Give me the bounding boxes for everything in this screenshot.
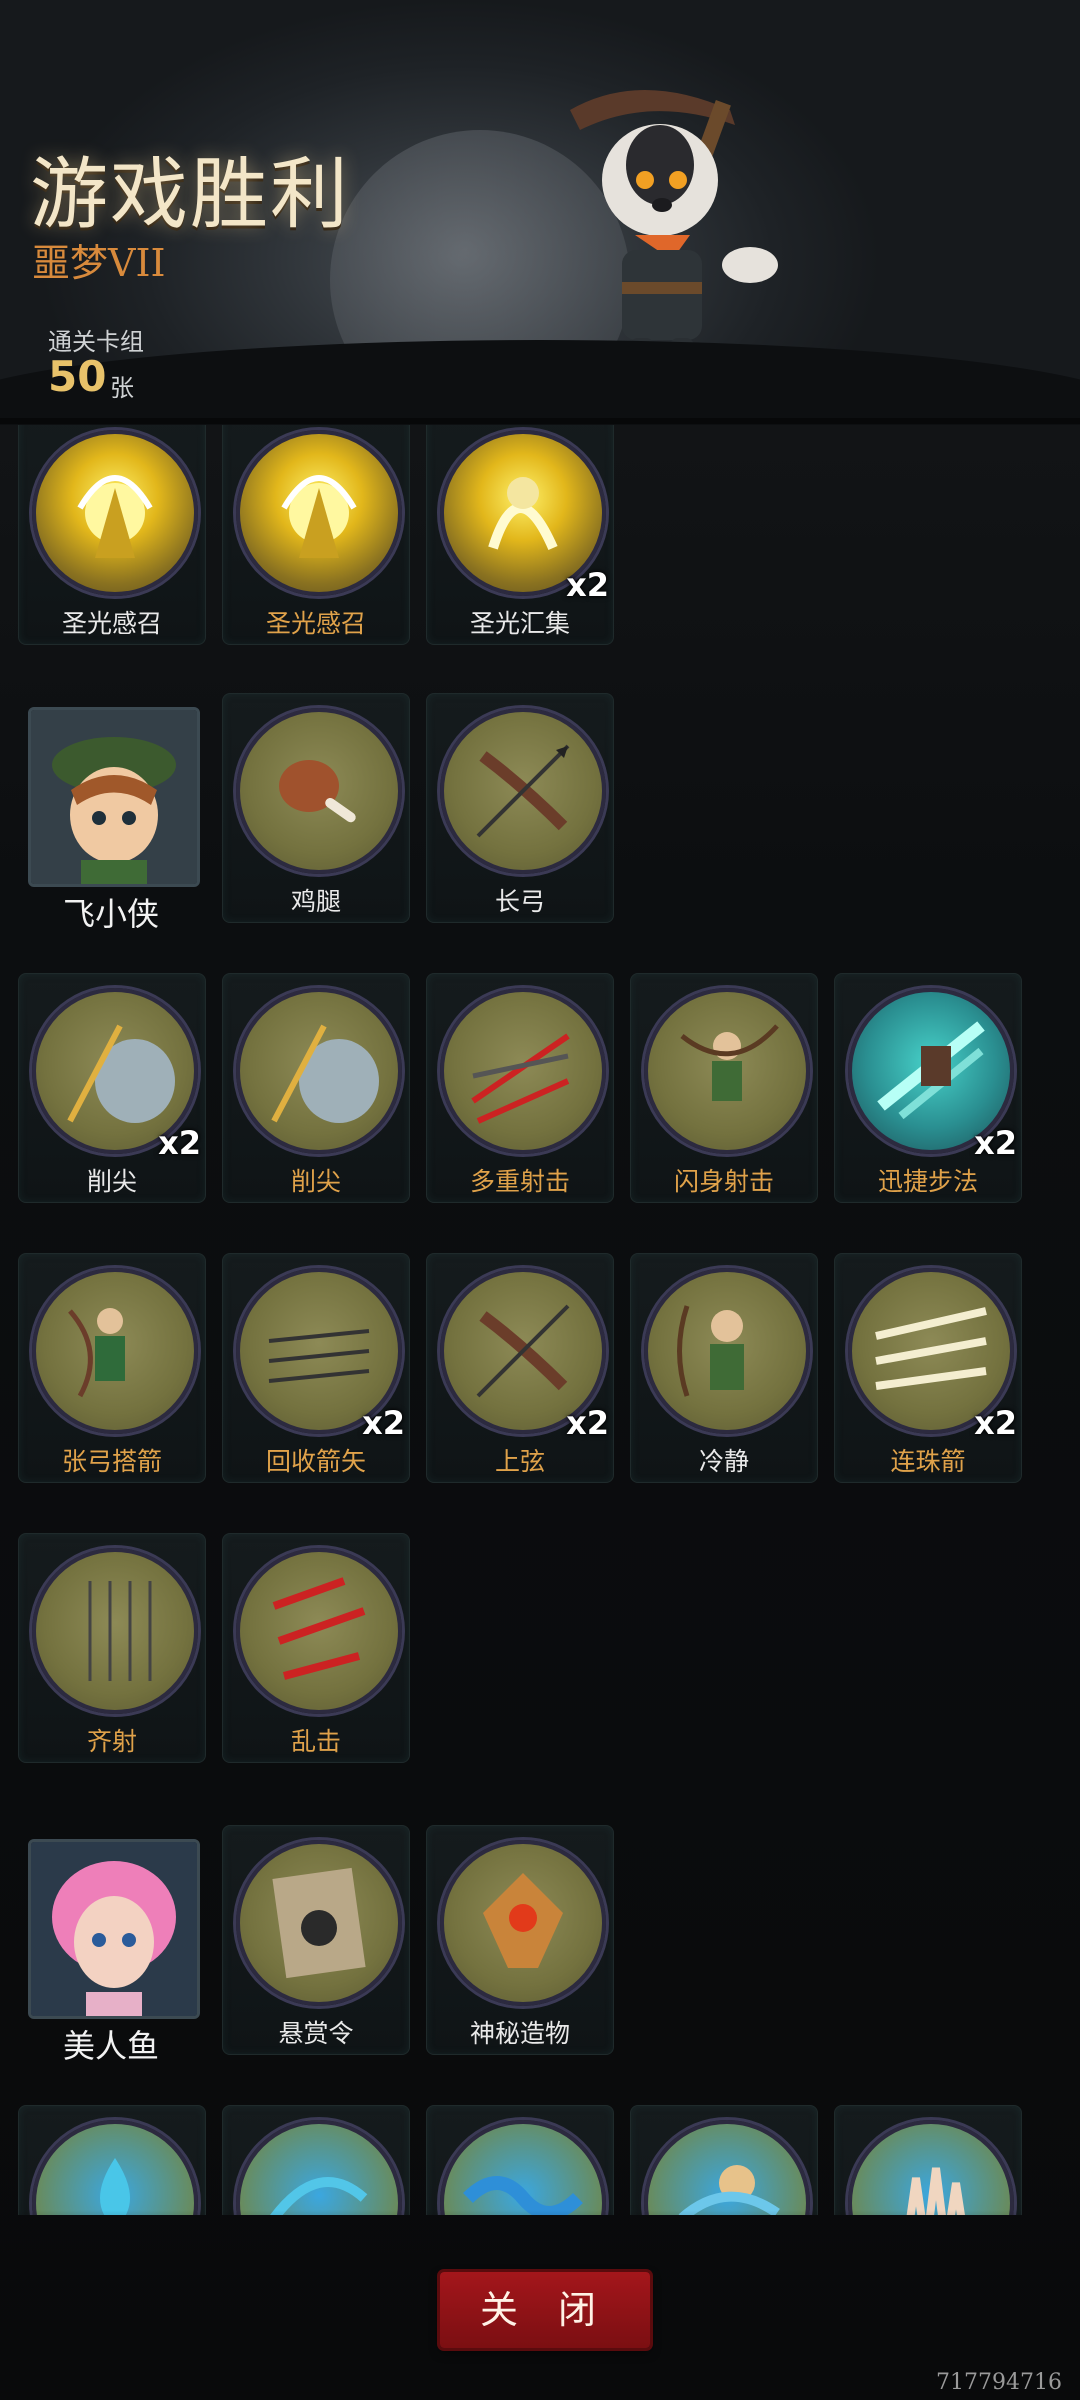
card-tile[interactable]: x2 削尖: [18, 973, 206, 1203]
card-name: 乱击: [290, 1727, 341, 1756]
water-spirit-icon: [644, 2120, 810, 2215]
card-tile[interactable]: 张弓搭箭: [18, 1253, 206, 1483]
card-name: 鸡腿: [290, 887, 341, 916]
mystic-artifact-icon: [440, 1840, 606, 2006]
card-name: 多重射击: [469, 1167, 570, 1196]
card-copy-count: x2: [566, 1404, 609, 1442]
character-portrait-mermaid-portrait[interactable]: [28, 1839, 200, 2019]
card-tile[interactable]: x2 迅捷步法: [834, 973, 1022, 1203]
wanted-poster-icon: [236, 1840, 402, 2006]
card-copy-count: x2: [974, 1124, 1017, 1162]
card-tile[interactable]: 圣光感召: [222, 425, 410, 645]
card-tile[interactable]: 齐射: [18, 1533, 206, 1763]
card-name: 齐射: [86, 1727, 137, 1756]
holy-light-icon: [32, 430, 198, 596]
card-name: 连珠箭: [890, 1447, 966, 1476]
card-name: 神秘造物: [469, 2019, 570, 2048]
volley-icon: [32, 1548, 198, 1714]
card-tile[interactable]: 冷静: [630, 1253, 818, 1483]
card-tile[interactable]: 神秘造物: [426, 1825, 614, 2055]
card-tile[interactable]: 多重射击: [426, 973, 614, 1203]
watermark-id: 717794716: [936, 2370, 1062, 2395]
victory-screen: 游戏胜利 噩梦VII 通关卡组 50 张 圣光感召 圣光感召 x2 圣光汇集飞小侠 鸡腿…: [0, 0, 1080, 2400]
victory-header: 游戏胜利 噩梦VII 通关卡组 50 张: [0, 0, 1080, 425]
card-name: 悬赏令: [278, 2019, 354, 2048]
card-name: 圣光汇集: [469, 609, 570, 638]
water-sprout-icon: [236, 2120, 402, 2215]
card-name: 削尖: [86, 1167, 137, 1196]
card-copy-count: x2: [158, 1124, 201, 1162]
card-name: 冷静: [698, 1447, 749, 1476]
card-tile[interactable]: 长弓: [426, 693, 614, 923]
calm-icon: [644, 1268, 810, 1434]
card-tile[interactable]: 鸡腿: [222, 693, 410, 923]
water-drop-icon: [32, 2120, 198, 2215]
close-button[interactable]: 关 闭: [440, 2272, 650, 2348]
draw-bow-icon: [32, 1268, 198, 1434]
card-name: 闪身射击: [673, 1167, 774, 1196]
holy-light-icon: [236, 430, 402, 596]
character-name: 飞小侠: [62, 895, 159, 933]
card-tile[interactable]: x2 回收箭矢: [222, 1253, 410, 1483]
card-tile[interactable]: 削尖: [222, 973, 410, 1203]
water-wave-icon: [440, 2120, 606, 2215]
card-name: 圣光感召: [61, 609, 162, 638]
card-tile[interactable]: 乱击: [222, 1533, 410, 1763]
card-tile[interactable]: 圣光感召: [18, 425, 206, 645]
deck-size-value: 50: [48, 352, 107, 401]
water-hand-icon: [848, 2120, 1014, 2215]
page-title: 游戏胜利: [30, 150, 351, 240]
longbow-icon: [440, 708, 606, 874]
card-tile[interactable]: [834, 2105, 1022, 2215]
card-name: 张弓搭箭: [61, 1447, 162, 1476]
sharpen-icon: [236, 988, 402, 1154]
card-tile[interactable]: [222, 2105, 410, 2215]
card-copy-count: x2: [974, 1404, 1017, 1442]
card-name: 迅捷步法: [877, 1167, 978, 1196]
dodge-shot-icon: [644, 988, 810, 1154]
multishot-icon: [440, 988, 606, 1154]
card-tile[interactable]: [426, 2105, 614, 2215]
frenzy-strike-icon: [236, 1548, 402, 1714]
card-name: 回收箭矢: [265, 1447, 366, 1476]
card-copy-count: x2: [362, 1404, 405, 1442]
card-name: 圣光感召: [265, 609, 366, 638]
card-name: 长弓: [494, 887, 545, 916]
card-name: 上弦: [494, 1447, 545, 1476]
card-tile[interactable]: 悬赏令: [222, 1825, 410, 2055]
card-tile[interactable]: 闪身射击: [630, 973, 818, 1203]
drumstick-icon: [236, 708, 402, 874]
card-tile[interactable]: x2 圣光汇集: [426, 425, 614, 645]
card-name: 削尖: [290, 1167, 341, 1196]
card-copy-count: x2: [566, 566, 609, 604]
character-portrait-archer-portrait[interactable]: [28, 707, 200, 887]
character-name: 美人鱼: [62, 2027, 159, 2065]
card-tile[interactable]: [630, 2105, 818, 2215]
dark-hill-silhouette: [0, 340, 1080, 425]
card-tile[interactable]: x2 上弦: [426, 1253, 614, 1483]
deck-size-unit: 张: [110, 374, 134, 402]
card-tile[interactable]: [18, 2105, 206, 2215]
header-divider: [0, 418, 1080, 424]
list-fade-overlay: [0, 2210, 1080, 2270]
card-tile[interactable]: x2 连珠箭: [834, 1253, 1022, 1483]
difficulty-label: 噩梦VII: [32, 241, 166, 285]
deck-card-list[interactable]: 圣光感召 圣光感召 x2 圣光汇集飞小侠 鸡腿 长弓 x2 削尖 削尖 多重射击 闪身射击 x2 迅捷步…: [0, 425, 1080, 2215]
